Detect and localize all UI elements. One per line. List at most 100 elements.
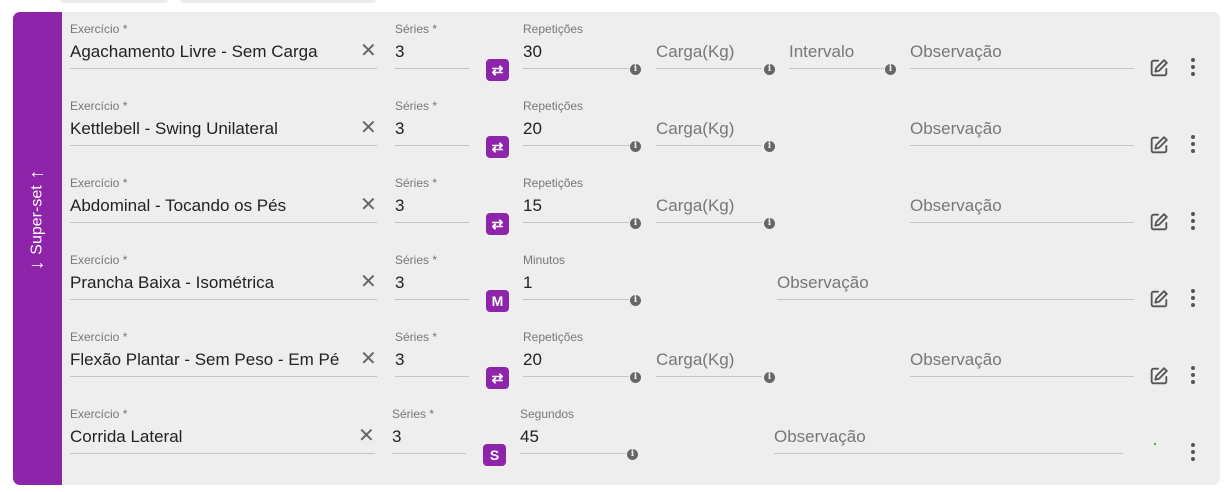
interval-field[interactable]: Intervalo (789, 22, 884, 70)
edit-icon[interactable] (1148, 288, 1170, 310)
metric-label: Repetições (523, 22, 584, 36)
close-icon[interactable]: ✕ (360, 195, 377, 215)
minutes-mode-badge[interactable]: M (486, 290, 509, 312)
exercise-field[interactable]: Exercício * Kettlebell - Swing Unilatera… (70, 99, 382, 147)
close-icon[interactable]: ✕ (360, 349, 377, 369)
more-vertical-icon[interactable] (1190, 289, 1196, 309)
repeat-icon[interactable]: ⇄ (486, 213, 509, 235)
repeat-icon[interactable]: ⇄ (486, 367, 509, 389)
observation-field[interactable]: Observação (910, 330, 1134, 378)
metric-field[interactable]: Repetições 30 (523, 22, 631, 70)
observation-field[interactable]: Observação (910, 176, 1134, 224)
metric-label: Repetições (523, 99, 584, 113)
info-icon[interactable]: i (627, 449, 638, 460)
series-field[interactable]: Séries * 3 (395, 176, 471, 224)
series-field[interactable]: Séries * 3 (395, 253, 471, 301)
series-field[interactable]: Séries * 3 (395, 99, 471, 147)
info-icon[interactable]: i (764, 372, 775, 383)
more-vertical-icon[interactable] (1190, 366, 1196, 386)
exercise-row: Exercício * Flexão Plantar - Sem Peso - … (13, 330, 1220, 407)
series-value: 3 (395, 119, 405, 138)
series-field[interactable]: Séries * 3 (395, 22, 471, 70)
info-icon[interactable]: i (630, 218, 641, 229)
metric-field[interactable]: Minutos 1 (523, 253, 631, 301)
load-field[interactable]: Carga(Kg) (656, 99, 762, 147)
series-label: Séries * (395, 22, 438, 36)
load-field[interactable]: Carga(Kg) (656, 176, 762, 224)
series-value: 3 (395, 42, 405, 61)
seconds-mode-badge[interactable]: S (483, 444, 506, 466)
edit-icon[interactable] (1148, 57, 1170, 79)
exercise-label: Exercício * (70, 330, 128, 344)
metric-label: Segundos (520, 407, 575, 421)
exercise-underline (70, 453, 375, 454)
series-underline (395, 299, 469, 300)
series-label: Séries * (392, 407, 435, 421)
close-icon[interactable]: ✕ (360, 272, 377, 292)
edit-icon[interactable] (1148, 134, 1170, 156)
exercise-field[interactable]: Exercício * Prancha Baixa - Isométrica ✕ (70, 253, 382, 301)
info-icon[interactable]: i (764, 141, 775, 152)
exercise-field[interactable]: Exercício * Abdominal - Tocando os Pés ✕ (70, 176, 382, 224)
metric-field[interactable]: Repetições 20 (523, 330, 631, 378)
info-icon[interactable]: i (630, 64, 641, 75)
metric-field[interactable]: Repetições 15 (523, 176, 631, 224)
observation-underline (910, 222, 1134, 223)
series-label: Séries * (395, 99, 438, 113)
superset-card: ↓ Super-set ↑ Exercício * Agachamento Li… (13, 12, 1220, 485)
more-vertical-icon[interactable] (1190, 443, 1196, 463)
load-placeholder: Carga(Kg) (656, 196, 735, 215)
series-underline (395, 376, 469, 377)
metric-label: Minutos (523, 253, 566, 267)
load-field[interactable]: Carga(Kg) (656, 22, 762, 70)
repeat-icon[interactable]: ⇄ (486, 136, 509, 158)
exercise-underline (70, 376, 377, 377)
tab-edge-right (180, 0, 376, 3)
observation-placeholder: Observação (774, 427, 866, 446)
exercise-value: Flexão Plantar - Sem Peso - Em Pé (70, 350, 340, 369)
series-label: Séries * (395, 176, 438, 190)
metric-field[interactable]: Segundos 45 (520, 407, 628, 455)
more-vertical-icon[interactable] (1190, 135, 1196, 155)
info-icon[interactable]: i (630, 372, 641, 383)
series-field[interactable]: Séries * 3 (395, 330, 471, 378)
exercise-field[interactable]: Exercício * Agachamento Livre - Sem Carg… (70, 22, 382, 70)
more-vertical-icon[interactable] (1190, 212, 1196, 232)
series-field[interactable]: Séries * 3 (392, 407, 468, 455)
info-icon[interactable]: i (764, 64, 775, 75)
observation-field[interactable]: Observação (774, 407, 1123, 455)
observation-underline (774, 453, 1123, 454)
close-icon[interactable]: ✕ (360, 118, 377, 138)
exercise-field[interactable]: Exercício * Flexão Plantar - Sem Peso - … (70, 330, 382, 378)
series-underline (395, 68, 469, 69)
observation-placeholder: Observação (777, 273, 869, 292)
close-icon[interactable]: ✕ (358, 426, 375, 446)
metric-label: Repetições (523, 330, 584, 344)
exercise-field[interactable]: Exercício * Corrida Lateral ✕ (70, 407, 382, 455)
metric-value: 30 (523, 42, 542, 61)
repeat-icon[interactable]: ⇄ (486, 59, 509, 81)
info-icon[interactable]: i (764, 218, 775, 229)
info-icon[interactable]: i (630, 295, 641, 306)
exercise-value: Prancha Baixa - Isométrica (70, 273, 275, 292)
load-field[interactable]: Carga(Kg) (656, 330, 762, 378)
metric-value: 1 (523, 273, 533, 292)
info-icon[interactable]: i (885, 64, 896, 75)
observation-field[interactable]: Observação (910, 99, 1134, 147)
info-icon[interactable]: i (630, 141, 641, 152)
edit-icon[interactable] (1148, 211, 1170, 233)
observation-field[interactable]: Observação (777, 253, 1134, 301)
exercise-underline (70, 145, 377, 146)
load-placeholder: Carga(Kg) (656, 350, 735, 369)
exercise-row: Exercício * Abdominal - Tocando os Pés ✕… (13, 176, 1220, 253)
exercise-underline (70, 299, 377, 300)
edit-icon[interactable] (1148, 365, 1170, 387)
series-underline (395, 145, 469, 146)
more-vertical-icon[interactable] (1190, 58, 1196, 78)
metric-field[interactable]: Repetições 20 (523, 99, 631, 147)
top-tabs-edge (60, 0, 390, 4)
exercise-label: Exercício * (70, 99, 128, 113)
exercise-underline (70, 68, 377, 69)
observation-field[interactable]: Observação (910, 22, 1134, 70)
close-icon[interactable]: ✕ (360, 41, 377, 61)
